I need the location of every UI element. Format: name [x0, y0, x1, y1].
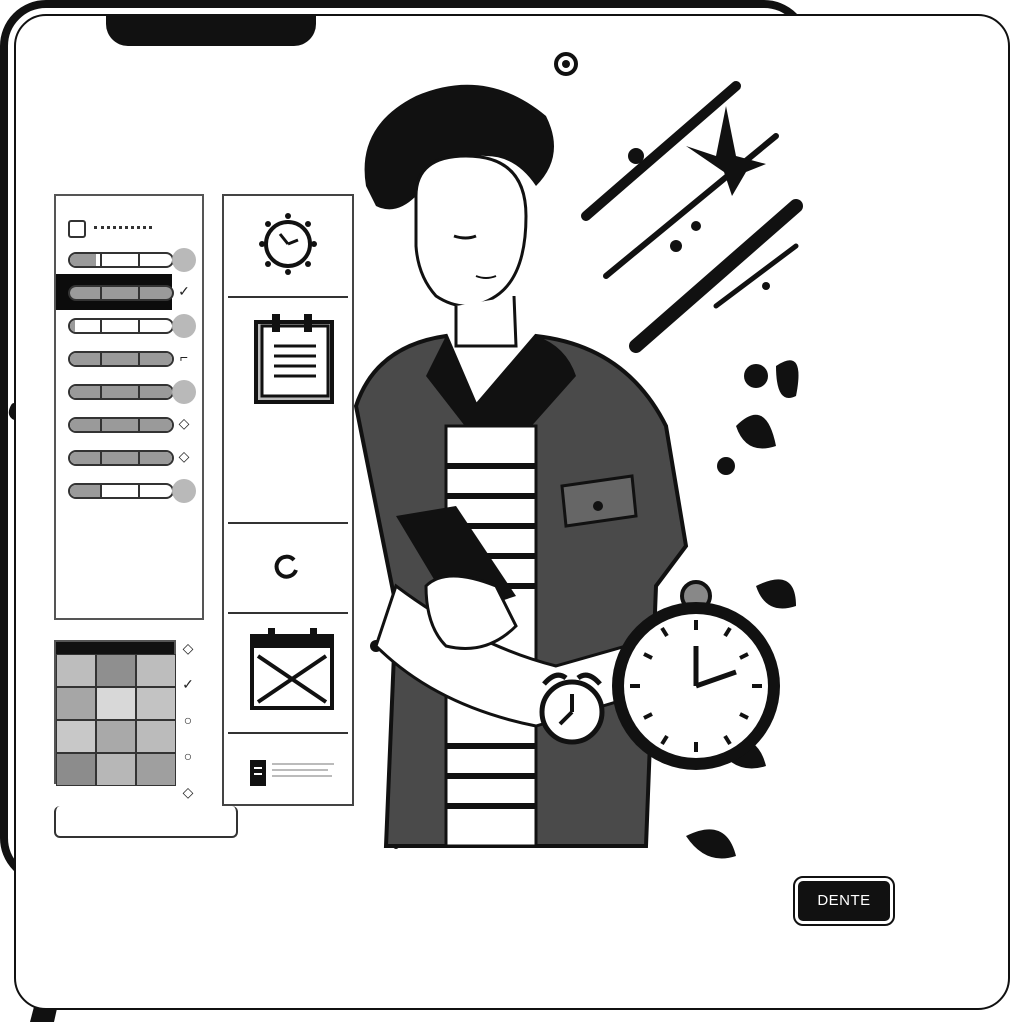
task-row[interactable] — [68, 483, 174, 499]
task-row-cell-divider — [138, 419, 140, 431]
task-row[interactable] — [68, 384, 174, 400]
task-row[interactable] — [68, 318, 174, 334]
grid-header-bar — [56, 642, 174, 654]
wall-clock-icon — [612, 580, 780, 770]
header-dots — [94, 226, 152, 229]
status-dot[interactable] — [172, 248, 196, 272]
refresh-icon[interactable] — [272, 552, 302, 582]
task-row[interactable] — [68, 450, 174, 466]
divider — [228, 522, 348, 524]
task-row-cell-divider — [138, 254, 140, 266]
task-row[interactable] — [68, 417, 174, 433]
grid-cell[interactable] — [56, 753, 96, 786]
grid-status-icon[interactable]: ✓ — [178, 676, 198, 693]
document-icon[interactable] — [248, 756, 338, 796]
task-row-fill — [70, 419, 172, 431]
task-row-fill — [70, 254, 96, 266]
divider — [228, 612, 348, 614]
task-row-cell-divider — [100, 287, 102, 299]
grid-cell[interactable] — [136, 687, 176, 720]
task-row-cell-divider — [100, 419, 102, 431]
task-row-fill — [70, 353, 172, 365]
diamond-icon[interactable]: ◇ — [174, 448, 194, 465]
grid-status-icon[interactable]: ○ — [178, 712, 198, 728]
task-row-fill — [70, 320, 76, 332]
task-row-fill — [70, 452, 172, 464]
task-row-cell-divider — [100, 386, 102, 398]
grid-cell[interactable] — [136, 720, 176, 753]
camera-notch — [106, 16, 316, 46]
task-row[interactable] — [68, 252, 174, 268]
square-icon — [68, 220, 86, 238]
notepad-icon[interactable] — [252, 312, 338, 408]
alarm-clock-icon[interactable] — [256, 212, 320, 276]
divider — [228, 732, 348, 734]
task-row-cell-divider — [100, 254, 102, 266]
alarm-clock-icon — [539, 672, 605, 745]
task-row-cell-divider — [138, 320, 140, 332]
task-row-fill — [70, 485, 101, 497]
grid-cell[interactable] — [96, 687, 136, 720]
grid-status-icon[interactable]: ◇ — [178, 640, 198, 657]
check-icon[interactable]: ✓ — [174, 283, 194, 300]
task-row[interactable] — [68, 351, 174, 367]
grid-status-icon[interactable]: ○ — [178, 748, 198, 764]
grid-cell[interactable] — [96, 720, 136, 753]
dash-icon[interactable]: ⌐ — [174, 349, 194, 365]
grid-cell[interactable] — [96, 654, 136, 687]
status-dot[interactable] — [172, 479, 196, 503]
task-row-cell-divider — [138, 353, 140, 365]
dente-label[interactable]: DENTE — [793, 876, 895, 926]
grid-cell[interactable] — [136, 753, 176, 786]
task-row-cell-divider — [100, 320, 102, 332]
task-row-cell-divider — [138, 485, 140, 497]
grid-cell[interactable] — [96, 753, 136, 786]
calendar-icon[interactable] — [248, 626, 338, 716]
grid-cell[interactable] — [56, 654, 96, 687]
divider — [228, 296, 348, 298]
tablet-screen: ✓ ⌐ ◇ ◇ ◇ ✓ ○ ○ ◇ — [14, 14, 1010, 1010]
tablet-frame: ✓ ⌐ ◇ ◇ ◇ ✓ ○ ○ ◇ — [0, 0, 1010, 1010]
grid-status-icon[interactable]: ◇ — [178, 784, 198, 801]
task-row-cell-divider — [138, 287, 140, 299]
task-row-cell-divider — [138, 452, 140, 464]
diamond-icon[interactable]: ◇ — [174, 415, 194, 432]
status-dot[interactable] — [172, 314, 196, 338]
grid-cell[interactable] — [56, 687, 96, 720]
task-row-fill — [70, 287, 172, 299]
grid-cell[interactable] — [56, 720, 96, 753]
grid-cell[interactable] — [136, 654, 176, 687]
task-row-cell-divider — [100, 353, 102, 365]
task-row[interactable] — [68, 285, 174, 301]
task-row-cell-divider — [100, 485, 102, 497]
task-row-cell-divider — [138, 386, 140, 398]
task-row-fill — [70, 386, 172, 398]
status-dot[interactable] — [172, 380, 196, 404]
task-row-cell-divider — [100, 452, 102, 464]
input-bar[interactable] — [54, 806, 238, 838]
